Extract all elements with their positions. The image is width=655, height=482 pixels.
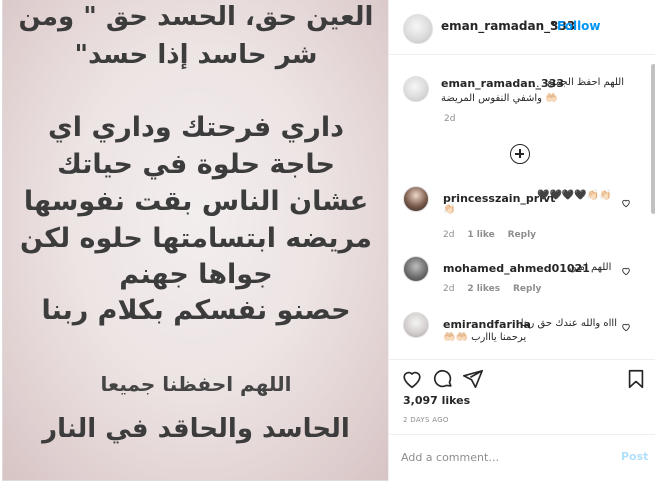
comment-text: اااه والله عندك حق ربنا <box>520 318 617 329</box>
post-text-line: جواها جهنم <box>119 259 273 290</box>
comment-likes[interactable]: 1 like <box>467 230 494 240</box>
comment-time: 2d <box>443 230 455 240</box>
post-date: 2 DAYS AGO <box>403 416 449 424</box>
author-avatar[interactable] <box>403 14 433 44</box>
comment-meta: 2d 2 likes Reply <box>443 284 551 294</box>
post-text-line: اللهم احفظنا جميعا <box>100 372 292 396</box>
commenter-avatar[interactable] <box>403 312 429 338</box>
comment-username[interactable]: mohamed_ahmed01021 <box>443 262 590 275</box>
post-actions: 3,097 likes 2 DAYS AGO <box>389 359 655 439</box>
follow-button[interactable]: Follow <box>557 19 601 33</box>
comment-item: emirandfariha اااه والله عندك حق ربنا ير… <box>389 312 651 359</box>
comment-like-heart-icon[interactable] <box>621 266 631 276</box>
post-text-line: عشان الناس بقت نفوسها <box>23 186 369 217</box>
post-text-line: حصنو نفسكم بكلام ربنا <box>41 295 351 326</box>
comment-text: 🖤🖤🖤🖤👏🏻👏🏻 <box>537 190 612 201</box>
heart-icon[interactable] <box>401 368 423 390</box>
likes-count[interactable]: 3,097 likes <box>403 394 470 407</box>
caption-avatar[interactable] <box>403 76 429 102</box>
commenter-avatar[interactable] <box>403 256 429 282</box>
caption-text: 🤲🏻 واشفي النفوس المريضة <box>441 93 558 104</box>
caption-ellipsis: ... <box>529 77 540 90</box>
post-modal: العين حق، الحسد حق " ومن شر حاسد إذا حسد… <box>2 0 655 481</box>
comment-time: 2d <box>443 284 455 294</box>
load-more-comments-icon[interactable] <box>510 144 530 164</box>
caption-time: 2d <box>444 114 456 124</box>
post-text-line: داري فرحتك وداري اي <box>48 112 344 143</box>
bookmark-icon[interactable] <box>625 368 647 390</box>
comment-like-heart-icon[interactable] <box>621 322 631 332</box>
comments-scrollbar[interactable] <box>651 64 655 214</box>
reply-button[interactable]: Reply <box>513 284 541 294</box>
post-image: العين حق، الحسد حق " ومن شر حاسد إذا حسد… <box>3 0 388 480</box>
post-header: eman_ramadan_333 • Follow <box>389 0 655 55</box>
caption-text: اللهم احفظ الجميع <box>547 77 624 88</box>
post-side-panel: eman_ramadan_333 • Follow eman_ramadan_3… <box>388 0 655 481</box>
comment-likes[interactable]: 2 likes <box>467 284 500 294</box>
post-text-line: شر حاسد إذا حسد" <box>74 40 318 70</box>
header-separator: • <box>549 17 557 31</box>
comment-like-heart-icon[interactable] <box>621 198 631 208</box>
comment-meta: 2d 1 like Reply <box>443 230 546 240</box>
post-text-line: حاجة حلوة في حياتك <box>57 149 335 180</box>
post-text-line: الحاسد والحاقد في النار <box>42 414 350 444</box>
comment-input[interactable] <box>401 447 601 467</box>
comment-item: princesszain_privt 🖤🖤🖤🖤👏🏻👏🏻 👏🏻 2d 1 like… <box>389 186 651 256</box>
comment-text: يرحمنا يااارب 🤲🏻🤲🏻 <box>443 332 527 343</box>
commenter-avatar[interactable] <box>403 186 429 212</box>
comment-text: اللهم امين <box>569 262 612 273</box>
comment-icon[interactable] <box>432 368 454 390</box>
comments-list[interactable]: eman_ramadan_333 ... اللهم احفظ الجميع 🤲… <box>389 56 655 359</box>
post-comment-button[interactable]: Post <box>621 450 648 463</box>
comment-text: 👏🏻 <box>443 204 456 215</box>
post-text-line: العين حق، الحسد حق " ومن <box>18 2 374 32</box>
share-icon[interactable] <box>462 368 484 390</box>
reply-button[interactable]: Reply <box>508 230 536 240</box>
post-text-line: مريضه ابتسامتها حلوه لكن <box>19 223 373 254</box>
add-comment-bar: Post <box>389 434 655 480</box>
